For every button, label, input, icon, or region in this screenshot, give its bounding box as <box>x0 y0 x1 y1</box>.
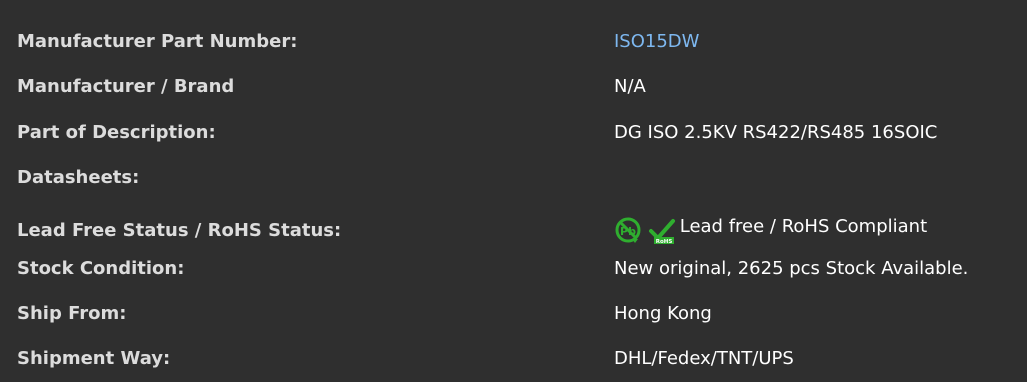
spec-row-description: Part of Description: DG ISO 2.5KV RS422/… <box>0 120 1027 160</box>
spec-label-shipment-way: Shipment Way: <box>17 348 171 369</box>
spec-row-stock: Stock Condition: New original, 2625 pcs … <box>0 256 1027 296</box>
spec-label-datasheets: Datasheets: <box>17 167 140 188</box>
spec-row-shipment-way: Shipment Way: DHL/Fedex/TNT/UPS <box>0 346 1027 382</box>
spec-value-stock: New original, 2625 pcs Stock Available. <box>614 258 969 279</box>
spec-label-manufacturer: Manufacturer / Brand <box>17 76 235 97</box>
spec-value-rohs: Pb RoHS Lead free / RoHS Compliant <box>614 214 927 245</box>
spec-label-rohs: Lead Free Status / RoHS Status: <box>17 220 342 241</box>
rohs-check-icon: RoHS <box>648 219 675 245</box>
spec-label-ship-from: Ship From: <box>17 303 127 324</box>
spec-row-ship-from: Ship From: Hong Kong <box>0 301 1027 341</box>
spec-value-ship-from: Hong Kong <box>614 303 712 324</box>
spec-value-manufacturer: N/A <box>614 76 646 97</box>
lead-free-icon: Pb <box>615 217 641 243</box>
spec-row-datasheets: Datasheets: <box>0 165 1027 205</box>
rohs-status-text: Lead free / RoHS Compliant <box>679 216 928 237</box>
spec-label-part-number: Manufacturer Part Number: <box>17 31 298 52</box>
rohs-icons: Pb RoHS <box>614 217 676 245</box>
spec-value-shipment-way: DHL/Fedex/TNT/UPS <box>614 348 794 369</box>
spec-label-description: Part of Description: <box>17 122 216 143</box>
product-spec-table: Manufacturer Part Number: ISO15DW Manufa… <box>0 0 1027 382</box>
spec-row-rohs: Lead Free Status / RoHS Status: Pb RoHS … <box>0 216 1027 258</box>
spec-row-manufacturer: Manufacturer / Brand N/A <box>0 74 1027 114</box>
spec-label-stock: Stock Condition: <box>17 258 185 279</box>
spec-value-description: DG ISO 2.5KV RS422/RS485 16SOIC <box>614 122 938 143</box>
spec-value-part-number: ISO15DW <box>614 29 699 55</box>
rohs-badge-text: RoHS <box>655 239 672 245</box>
spec-row-part-number: Manufacturer Part Number: ISO15DW <box>0 29 1027 69</box>
part-number-link[interactable]: ISO15DW <box>614 31 699 52</box>
